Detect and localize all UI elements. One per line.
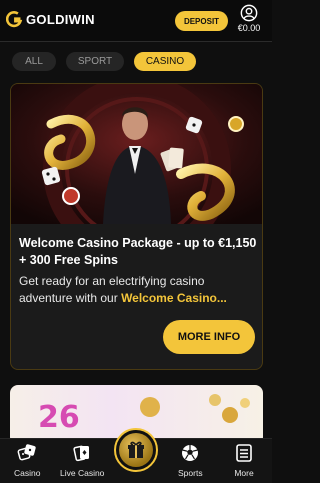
- tab-sport[interactable]: SPORT: [66, 52, 124, 71]
- cards-icon: [73, 445, 90, 462]
- casino-promo-image: [11, 84, 262, 224]
- brand-name: GOLDIWIN: [26, 12, 95, 27]
- nav-more-label: More: [234, 468, 254, 478]
- balance-amount: €0.00: [237, 23, 261, 33]
- filter-tabs: ALL SPORT CASINO: [12, 52, 196, 71]
- nav-sports[interactable]: Sports: [178, 443, 203, 478]
- menu-icon: [236, 444, 252, 462]
- nav-live-casino-label: Live Casino: [60, 468, 105, 478]
- gift-button-inner: [119, 433, 153, 467]
- promo-card: Welcome Casino Package - up to €1,150 + …: [10, 83, 263, 370]
- user-icon: [240, 4, 258, 22]
- promo-description-link[interactable]: Welcome Casino...: [121, 291, 227, 305]
- bottom-navigation: Casino Live Casino Sports More: [0, 428, 272, 483]
- nav-gift[interactable]: [114, 428, 158, 472]
- nav-sports-label: Sports: [178, 468, 203, 478]
- more-info-button[interactable]: MORE INFO: [163, 320, 255, 354]
- nav-live-casino[interactable]: Live Casino: [60, 443, 104, 478]
- tab-all[interactable]: ALL: [12, 52, 56, 71]
- tab-casino[interactable]: CASINO: [134, 52, 196, 71]
- goldiwin-logo-icon: [6, 11, 23, 28]
- nav-casino-label: Casino: [14, 468, 41, 478]
- top-header: GOLDIWIN DEPOSIT €0.00: [0, 0, 272, 42]
- deposit-button[interactable]: DEPOSIT: [175, 11, 228, 31]
- nav-casino[interactable]: Casino: [14, 443, 40, 478]
- soccer-ball-icon: [182, 445, 199, 461]
- promo-title: Welcome Casino Package - up to €1,150 + …: [19, 236, 257, 267]
- account-button[interactable]: €0.00: [234, 4, 264, 36]
- brand-logo[interactable]: GOLDIWIN: [6, 11, 95, 28]
- nav-more[interactable]: More: [234, 443, 254, 478]
- banner-number: 26: [38, 400, 80, 435]
- gift-icon: [128, 441, 144, 458]
- dice-icon: [17, 444, 36, 461]
- promo-description: Get ready for an electrifying casino adv…: [19, 273, 259, 307]
